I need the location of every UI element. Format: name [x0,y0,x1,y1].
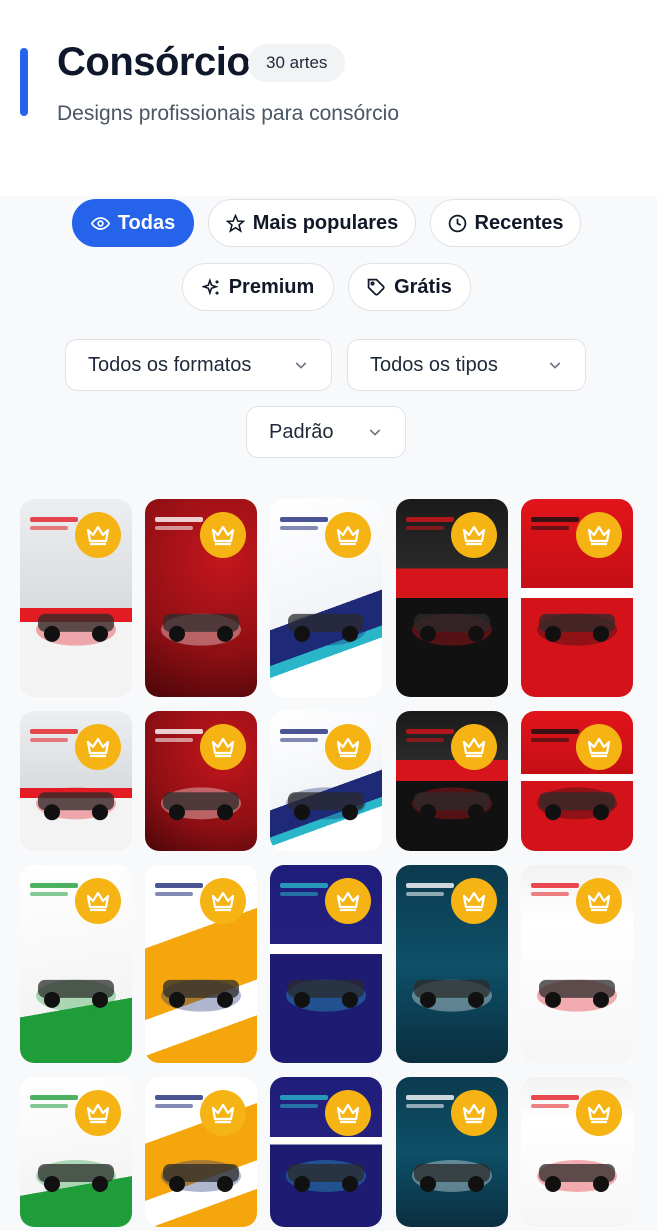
design-card[interactable] [521,499,633,697]
format-select-value: Todos os formatos [88,353,252,376]
tab-premium[interactable]: Premium [182,263,334,311]
page-header: Consórcio 30 artes Designs profissionais… [0,0,657,196]
count-badge: 30 artes [248,44,346,82]
clock-icon [448,214,467,233]
chevron-down-icon [367,424,383,440]
design-card[interactable] [145,865,257,1063]
tab-label: Todas [117,211,176,234]
design-card[interactable] [270,1077,382,1227]
tab-label: Premium [228,275,315,298]
title-accent-bar [20,48,28,116]
design-card[interactable] [521,711,633,851]
design-card[interactable] [20,865,132,1063]
chevron-down-icon [547,357,563,373]
sort-select[interactable]: Padrão [246,406,406,458]
design-card[interactable] [145,711,257,851]
crown-icon [576,878,622,924]
crown-icon [75,512,121,558]
type-select-value: Todos os tipos [370,353,498,376]
design-card[interactable] [521,1077,633,1227]
crown-icon [576,512,622,558]
tab-recentes[interactable]: Recentes [430,199,581,247]
design-card[interactable] [396,1077,508,1227]
crown-icon [325,878,371,924]
crown-icon [200,724,246,770]
design-card[interactable] [270,865,382,1063]
design-card[interactable] [270,711,382,851]
design-card[interactable] [396,865,508,1063]
crown-icon [451,878,497,924]
crown-icon [200,878,246,924]
crown-icon [200,512,246,558]
tab-label: Grátis [394,275,452,298]
crown-icon [75,724,121,770]
crown-icon [451,512,497,558]
crown-icon [576,1090,622,1136]
crown-icon [451,724,497,770]
design-card[interactable] [20,1077,132,1227]
crown-icon [325,724,371,770]
type-select[interactable]: Todos os tipos [347,339,586,391]
chevron-down-icon [293,357,309,373]
tab-mais-populares[interactable]: Mais populares [208,199,416,247]
crown-icon [325,1090,371,1136]
design-card[interactable] [270,499,382,697]
crown-icon [451,1090,497,1136]
design-card[interactable] [521,865,633,1063]
eye-icon [90,214,110,233]
design-card[interactable] [396,711,508,851]
crown-icon [75,878,121,924]
star-icon [225,213,245,233]
tab-gratis[interactable]: Grátis [348,263,471,311]
tag-icon [367,278,386,297]
crown-icon [200,1090,246,1136]
design-card[interactable] [20,499,132,697]
page-title: Consórcio [57,40,251,84]
design-card[interactable] [20,711,132,851]
sort-select-value: Padrão [269,420,334,443]
design-card[interactable] [396,499,508,697]
sparkles-icon [201,277,221,297]
tab-todas[interactable]: Todas [72,199,194,247]
crown-icon [576,724,622,770]
crown-icon [75,1090,121,1136]
page-subtitle: Designs profissionais para consórcio [57,102,399,125]
design-card[interactable] [145,1077,257,1227]
format-select[interactable]: Todos os formatos [65,339,332,391]
crown-icon [325,512,371,558]
tab-label: Recentes [474,211,564,234]
design-card[interactable] [145,499,257,697]
tab-label: Mais populares [252,211,399,234]
